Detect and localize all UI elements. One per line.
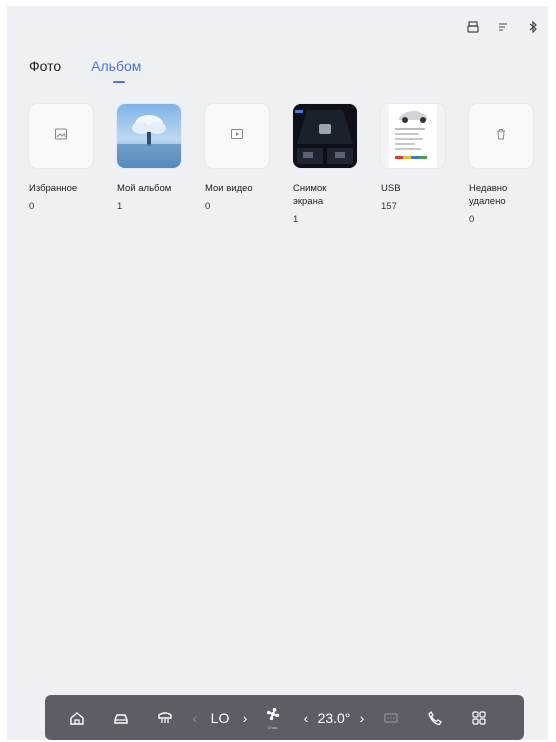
album-usb[interactable]: USB 157 bbox=[381, 104, 469, 225]
temp-increase-icon[interactable]: › bbox=[355, 710, 369, 726]
album-count: 1 bbox=[293, 214, 299, 225]
album-screenshots[interactable]: Снимок экрана 1 bbox=[293, 104, 381, 225]
album-thumbnail bbox=[469, 104, 533, 168]
signal-icon[interactable] bbox=[496, 20, 510, 34]
status-icons bbox=[466, 20, 540, 34]
album-name: Мои видео bbox=[205, 183, 253, 194]
screenshot-thumbnail bbox=[293, 104, 357, 168]
image-icon bbox=[54, 127, 68, 146]
album-thumbnail bbox=[29, 104, 93, 168]
trash-icon bbox=[494, 127, 508, 146]
rear-defrost-icon[interactable] bbox=[369, 711, 413, 725]
album-count: 0 bbox=[469, 214, 475, 225]
gallery-screen: Фото Альбом Избранное 0 Мой альбом 1 Мои… bbox=[7, 6, 548, 740]
fan-icon bbox=[265, 706, 281, 725]
temp-decrease-icon[interactable]: ‹ bbox=[299, 710, 313, 726]
album-recently-deleted[interactable]: Недавно удалено 0 bbox=[469, 104, 548, 225]
fan-increase-icon[interactable]: › bbox=[237, 710, 253, 726]
apps-grid-icon[interactable] bbox=[457, 710, 501, 725]
car-icon[interactable] bbox=[99, 710, 143, 726]
fan-button[interactable]: Chan. bbox=[253, 706, 293, 730]
phone-icon[interactable] bbox=[413, 710, 457, 726]
fan-caption: Chan. bbox=[267, 724, 279, 730]
album-name: Недавно удалено bbox=[469, 183, 508, 207]
bluetooth-icon[interactable] bbox=[526, 20, 540, 34]
album-my-album[interactable]: Мой альбом 1 bbox=[117, 104, 205, 225]
album-count: 157 bbox=[381, 201, 397, 212]
album-name: Снимок экрана bbox=[293, 183, 327, 207]
album-favorites[interactable]: Избранное 0 bbox=[29, 104, 117, 225]
printer-icon[interactable] bbox=[466, 20, 480, 34]
fan-level: LO bbox=[210, 709, 230, 726]
home-icon[interactable] bbox=[55, 710, 99, 726]
album-thumbnail bbox=[205, 104, 269, 168]
album-count: 0 bbox=[205, 201, 211, 212]
album-grid: Избранное 0 Мой альбом 1 Мои видео 0 Сни… bbox=[29, 104, 548, 225]
album-count: 1 bbox=[117, 201, 123, 212]
bottom-dock: ‹ LO › Chan. ‹ 23.0° › bbox=[45, 695, 524, 740]
cloud-photo-thumbnail bbox=[117, 104, 181, 168]
tab-photos[interactable]: Фото bbox=[29, 58, 61, 74]
fan-decrease-icon[interactable]: ‹ bbox=[187, 710, 203, 726]
album-name: Избранное bbox=[29, 183, 78, 194]
play-icon bbox=[230, 127, 244, 146]
tab-bar: Фото Альбом bbox=[29, 58, 142, 83]
album-count: 0 bbox=[29, 201, 35, 212]
temperature-display: 23.0° bbox=[317, 709, 351, 726]
tab-albums[interactable]: Альбом bbox=[91, 58, 142, 83]
album-name: Мой альбом bbox=[117, 183, 172, 194]
defrost-icon[interactable] bbox=[143, 710, 187, 726]
car-document-thumbnail bbox=[381, 104, 445, 168]
album-name: USB bbox=[381, 183, 401, 194]
active-tab-indicator bbox=[113, 81, 126, 83]
tab-albums-label: Альбом bbox=[91, 58, 142, 74]
album-my-videos[interactable]: Мои видео 0 bbox=[205, 104, 293, 225]
